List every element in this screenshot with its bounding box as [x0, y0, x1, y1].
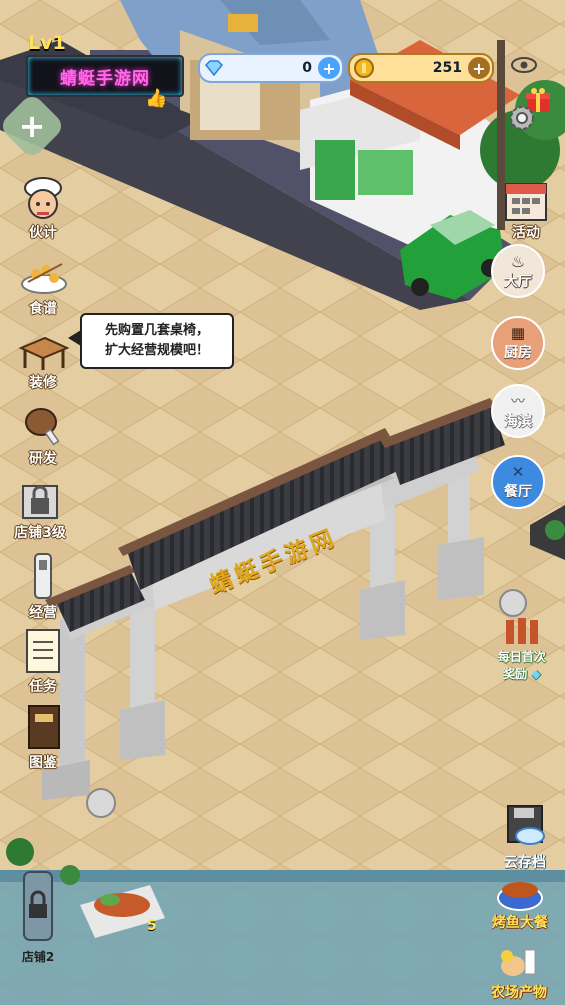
- coin-count: 251: [432, 60, 462, 76]
- farm-produce-icon: [495, 944, 543, 982]
- chef-icon: [19, 176, 67, 222]
- fork-knife-icon: ✕: [511, 463, 525, 481]
- seaside-button[interactable]: 〰 海滨: [490, 384, 546, 438]
- speech-bubble: 先购置几套桌椅， 扩大经营规模吧！: [80, 313, 234, 369]
- shop2-lock-icon: [16, 868, 60, 944]
- neon-sign-text: 蜻蜓手游网: [60, 68, 150, 89]
- cloud-save-button[interactable]: 云存档: [490, 802, 560, 872]
- research-button[interactable]: 研发: [8, 404, 78, 468]
- grill-feast-label: 烤鱼大餐: [492, 915, 548, 931]
- floppy-cloud-icon: [500, 802, 550, 852]
- add-coin-button[interactable]: +: [468, 57, 490, 79]
- table-icon: [15, 334, 71, 372]
- events-label: 活动: [512, 225, 540, 241]
- add-button[interactable]: +: [8, 102, 56, 150]
- lobby-button[interactable]: ♨ 大厅: [490, 244, 546, 298]
- speech-line-2: 扩大经营规模吧！: [104, 343, 209, 358]
- daily-reward-line1: 每日首次: [497, 650, 546, 664]
- shop-level-button[interactable]: 店铺3级: [4, 482, 76, 542]
- recipes-label: 食谱: [29, 301, 57, 317]
- collection-label: 图鉴: [29, 755, 57, 771]
- coin-bar: 251 +: [348, 53, 494, 83]
- research-label: 研发: [29, 451, 57, 467]
- daily-reward-line2: 奖励 ◆: [503, 667, 541, 681]
- cloud-save-label: 云存档: [504, 855, 546, 871]
- shop-level-label: 店铺3级: [14, 525, 66, 541]
- level-badge: Lv1: [28, 32, 66, 54]
- task-list-icon: [21, 626, 65, 676]
- staff-label: 伙计: [29, 225, 57, 241]
- kitchen-circle: ▦ 厨房: [491, 316, 545, 370]
- decor-button[interactable]: 装修: [8, 334, 78, 392]
- daily-reward-button[interactable]: 每日首次 奖励 ◆: [484, 612, 560, 682]
- lock-icon: [17, 482, 63, 522]
- decor-label: 装修: [29, 375, 57, 391]
- events-button[interactable]: 活动: [494, 178, 558, 242]
- staff-button[interactable]: 伙计: [8, 176, 78, 242]
- background-art: [0, 0, 565, 1005]
- lobby-label: 大厅: [504, 273, 532, 290]
- shop2-button[interactable]: 店铺2: [10, 868, 66, 965]
- diamond-bar: 0 +: [198, 53, 344, 83]
- restaurant-button[interactable]: ✕ 餐厅: [490, 455, 546, 509]
- lobby-circle: ♨ 大厅: [491, 244, 545, 298]
- collection-button[interactable]: 图鉴: [8, 702, 78, 772]
- skewer-icon: [500, 612, 544, 648]
- dish-count: 5: [147, 918, 157, 934]
- kitchen-label: 厨房: [504, 345, 532, 361]
- kitchen-button[interactable]: ▦ 厨房: [490, 316, 546, 370]
- shop2-label: 店铺2: [21, 950, 55, 964]
- recipes-button[interactable]: 食谱: [8, 258, 78, 318]
- wave-icon: 〰: [511, 394, 525, 410]
- coin-icon: [352, 56, 376, 80]
- recipe-skewer-icon: [16, 258, 70, 298]
- thumbs-up-icon: 👍: [145, 88, 168, 109]
- restaurant-circle: ✕ 餐厅: [491, 455, 545, 509]
- seaside-circle: 〰 海滨: [491, 384, 545, 438]
- restaurant-label: 餐厅: [504, 484, 532, 500]
- grill-feast-button[interactable]: 烤鱼大餐: [478, 872, 562, 932]
- eye-icon[interactable]: [509, 53, 539, 77]
- book-icon: [21, 702, 65, 752]
- diamond-small-icon: ◆: [531, 667, 541, 681]
- handset-icon: [23, 552, 63, 602]
- kitchen-icon: ▦: [510, 324, 526, 342]
- game-scene[interactable]: 蜻蜓手游网 Lv1 蜻蜓手游网 👍 0 + 251 + + 先购置几套桌椅， 扩…: [0, 0, 565, 1005]
- tasks-label: 任务: [29, 679, 57, 695]
- fish-bowl-icon: [495, 872, 545, 912]
- settings-icon[interactable]: [506, 102, 538, 134]
- drumstick-icon: [19, 404, 67, 448]
- tasks-button[interactable]: 任务: [8, 626, 78, 696]
- farm-products-label: 农场产物: [491, 985, 547, 1001]
- calendar-icon: [503, 178, 549, 222]
- operate-label: 经营: [29, 605, 57, 621]
- operate-button[interactable]: 经营: [8, 552, 78, 622]
- lobby-icon: ♨: [510, 251, 526, 271]
- farm-products-button[interactable]: 农场产物: [476, 944, 562, 1002]
- seaside-label: 海滨: [504, 414, 532, 430]
- diamond-icon: [202, 56, 226, 80]
- add-diamond-button[interactable]: +: [318, 57, 340, 79]
- diamond-count: 0: [302, 60, 312, 76]
- speech-line-1: 先购置几套桌椅，: [104, 323, 209, 338]
